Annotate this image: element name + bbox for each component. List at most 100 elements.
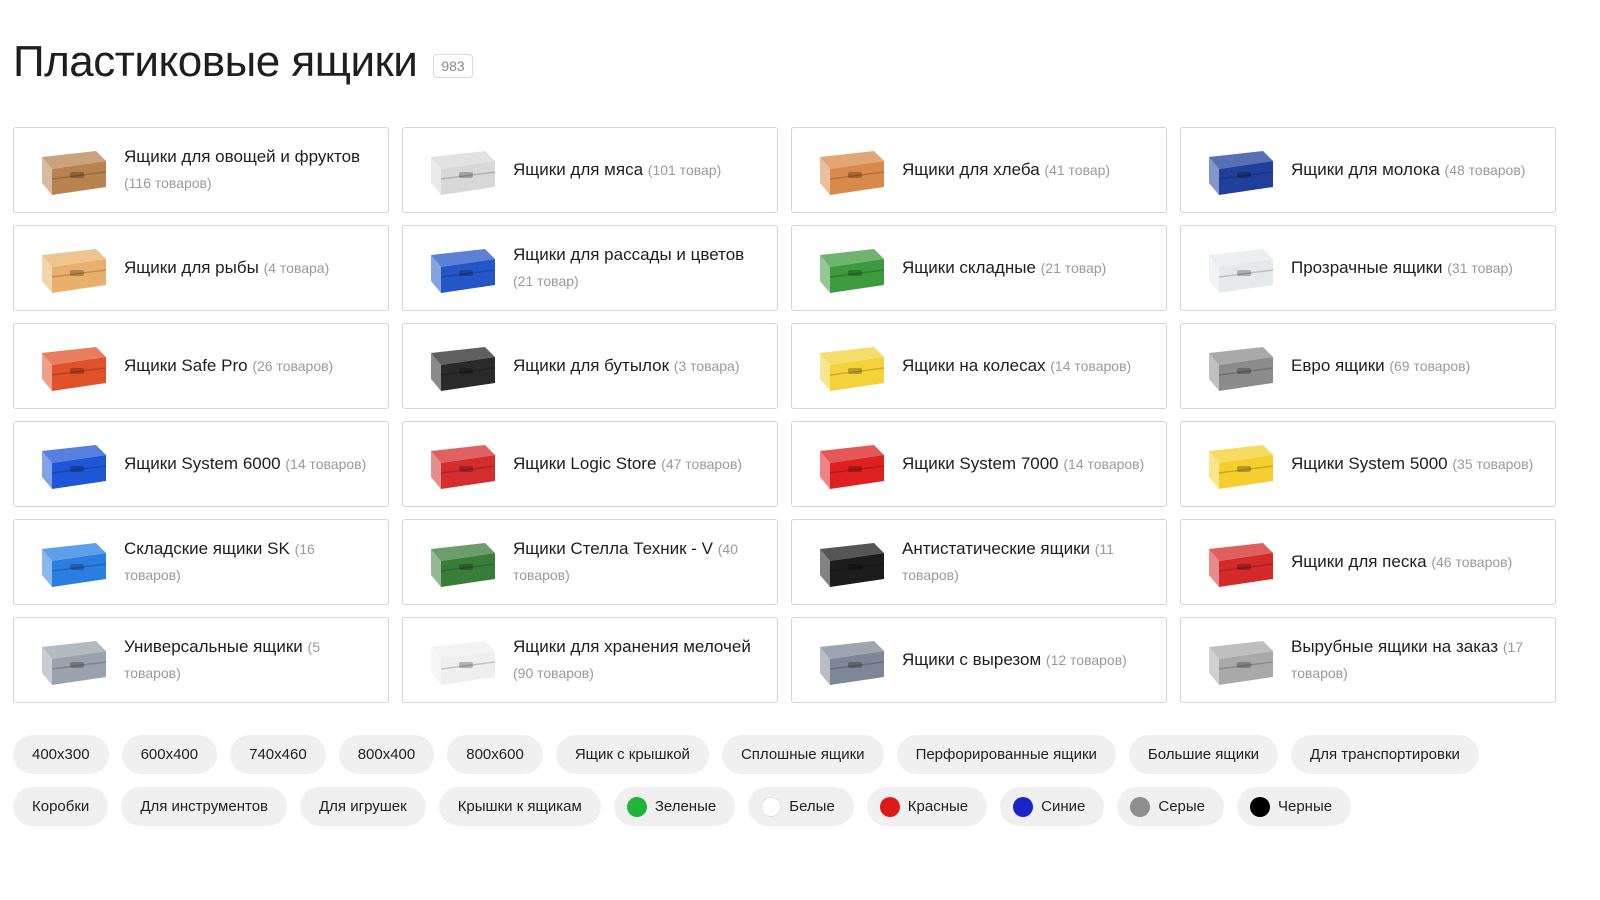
color-dot-icon [1013, 796, 1034, 817]
category-card[interactable]: Ящики складные (21 товар) [791, 225, 1167, 311]
color-filter-chip[interactable]: Серые [1117, 787, 1224, 826]
category-name: Ящики с вырезом [902, 650, 1042, 669]
category-card[interactable]: Ящики для бутылок (3 товара) [402, 323, 778, 409]
bread-crate-icon [810, 137, 890, 203]
category-count: (26 товаров) [252, 358, 334, 374]
tag-label: Белые [789, 798, 835, 815]
tag-chip[interactable]: Большие ящики [1128, 735, 1279, 774]
category-card[interactable]: Ящики для овощей и фруктов (116 товаров) [13, 127, 389, 213]
category-card[interactable]: Ящики Safe Pro (26 товаров) [13, 323, 389, 409]
category-count: (116 товаров) [124, 175, 212, 191]
category-name: Ящики для хранения мелочей [513, 637, 751, 656]
tag-chip[interactable]: Перфорированные ящики [896, 735, 1116, 774]
color-dot-icon [626, 796, 647, 817]
tag-label: Зеленые [654, 798, 717, 815]
category-name: Ящики складные [902, 258, 1036, 277]
category-card[interactable]: Ящики для мяса (101 товар) [402, 127, 778, 213]
category-name: Ящики для хлеба [902, 160, 1040, 179]
category-name: Ящики Стелла Техник - V [513, 539, 713, 558]
category-title: Ящики для мяса (101 товар) [513, 157, 721, 183]
category-title: Евро ящики (69 товаров) [1291, 353, 1470, 379]
system-5000-bin-icon [1199, 431, 1279, 497]
category-count: (47 товаров) [661, 456, 743, 472]
tag-chip[interactable]: Для транспортировки [1291, 735, 1479, 774]
category-title: Ящики складные (21 товар) [902, 255, 1106, 281]
tag-row-sizes: 400x300 600x400 740x460 800x400 800x600 Ящик … [13, 735, 1593, 774]
color-filter-chip[interactable]: Белые [748, 787, 854, 826]
tag-label: Крышки к ящикам [457, 798, 582, 815]
tag-chip[interactable]: 600x400 [121, 735, 218, 774]
category-count: (35 товаров) [1452, 456, 1534, 472]
tag-chip[interactable]: 400x300 [13, 735, 109, 774]
category-name: Антистатические ящики [902, 539, 1091, 558]
category-card[interactable]: Складские ящики SK (16 товаров) [13, 519, 389, 605]
category-title: Ящики System 5000 (35 товаров) [1291, 451, 1533, 477]
category-name: Ящики для рассады и цветов [513, 245, 745, 264]
color-filter-chip[interactable]: Черные [1237, 787, 1352, 826]
category-title: Ящики для молока (48 товаров) [1291, 157, 1525, 183]
tag-chip[interactable]: 800x400 [338, 735, 435, 774]
category-count: (31 товар) [1447, 260, 1513, 276]
tag-chip[interactable]: Для игрушек [300, 787, 426, 826]
category-card[interactable]: Ящики System 6000 (14 товаров) [13, 421, 389, 507]
tag-chip[interactable]: Сплошные ящики [721, 735, 884, 774]
page-header: Пластиковые ящики 983 [13, 40, 473, 84]
category-card[interactable]: Антистатические ящики (11 товаров) [791, 519, 1167, 605]
category-card[interactable]: Ящики System 7000 (14 товаров) [791, 421, 1167, 507]
color-dot-icon [1130, 796, 1151, 817]
page-title: Пластиковые ящики [13, 37, 418, 86]
category-card[interactable]: Прозрачные ящики (31 товар) [1180, 225, 1556, 311]
category-card[interactable]: Ящики для рассады и цветов (21 товар) [402, 225, 778, 311]
category-name: Ящики System 5000 [1291, 454, 1448, 473]
color-filter-chip[interactable]: Красные [866, 787, 988, 826]
category-count: (14 товаров) [1063, 456, 1145, 472]
color-dot-icon [1250, 796, 1270, 817]
tag-chip[interactable]: 800x600 [447, 735, 543, 774]
safe-pro-box-icon [32, 333, 112, 399]
category-card[interactable]: Ящики с вырезом (12 товаров) [791, 617, 1167, 703]
category-card[interactable]: Вырубные ящики на заказ (17 товаров) [1180, 617, 1556, 703]
category-count: (3 товара) [673, 358, 740, 374]
color-filter-chip[interactable]: Зеленые [613, 787, 736, 826]
category-name: Евро ящики [1291, 356, 1385, 375]
tag-chip[interactable]: 740x460 [230, 735, 326, 774]
category-card[interactable]: Ящики для рыбы (4 товара) [13, 225, 389, 311]
category-count: (90 товаров) [513, 665, 594, 681]
category-count: (21 товар) [1040, 260, 1107, 276]
category-card[interactable]: Ящики System 5000 (35 товаров) [1180, 421, 1556, 507]
tag-label: Черные [1278, 798, 1333, 815]
category-grid: Ящики для овощей и фруктов (116 товаров)… [13, 127, 1585, 703]
category-card[interactable]: Ящики на колесах (14 товаров) [791, 323, 1167, 409]
category-count: (4 товара) [263, 260, 330, 276]
category-card[interactable]: Ящики для хранения мелочей (90 товаров) [402, 617, 778, 703]
tag-label: Для игрушек [319, 798, 407, 815]
tag-chip[interactable]: Крышки к ящикам [438, 787, 601, 826]
category-card[interactable]: Ящики для хлеба (41 товар) [791, 127, 1167, 213]
category-card[interactable]: Ящики для молока (48 товаров) [1180, 127, 1556, 213]
folding-crate-icon [810, 235, 890, 301]
category-name: Ящики System 6000 [124, 454, 281, 473]
category-title: Ящики на колесах (14 товаров) [902, 353, 1131, 379]
tag-chip[interactable]: Для инструментов [121, 787, 288, 826]
tag-chip[interactable]: Коробки [13, 787, 109, 826]
cutout-box-icon [810, 627, 890, 693]
color-filter-chip[interactable]: Синие [1000, 787, 1105, 826]
category-title: Ящики для хлеба (41 товар) [902, 157, 1110, 183]
system-6000-bin-icon [32, 431, 112, 497]
category-card[interactable]: Евро ящики (69 товаров) [1180, 323, 1556, 409]
color-dot-icon [761, 796, 782, 817]
antistatic-bin-icon [810, 529, 890, 595]
tag-chip[interactable]: Ящик с крышкой [555, 735, 709, 774]
category-card[interactable]: Ящики Стелла Техник - V (40 товаров) [402, 519, 778, 605]
category-title: Ящики Safe Pro (26 товаров) [124, 353, 333, 379]
category-title: Ящики Logic Store (47 товаров) [513, 451, 742, 477]
system-7000-bin-icon [810, 431, 890, 497]
filter-tags: 400x300 600x400 740x460 800x400 800x600 Ящик … [13, 735, 1593, 839]
category-name: Складские ящики SK [124, 539, 290, 558]
category-card[interactable]: Универсальные ящики (5 товаров) [13, 617, 389, 703]
category-card[interactable]: Ящики для песка (46 товаров) [1180, 519, 1556, 605]
category-card[interactable]: Ящики Logic Store (47 товаров) [402, 421, 778, 507]
milk-crate-icon [1199, 137, 1279, 203]
category-title: Прозрачные ящики (31 товар) [1291, 255, 1513, 281]
seedling-tray-icon [421, 235, 501, 301]
